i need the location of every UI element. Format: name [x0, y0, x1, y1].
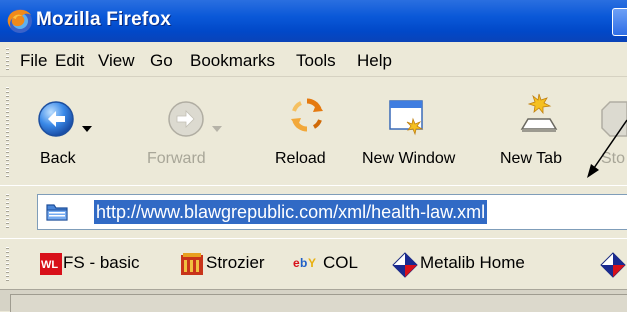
- bookmarks-grip[interactable]: [6, 247, 9, 283]
- menu-edit[interactable]: Edit: [55, 51, 84, 71]
- svg-text:WL: WL: [41, 259, 58, 271]
- menu-bookmarks[interactable]: Bookmarks: [190, 51, 275, 71]
- navigation-toolbar: Back Forward Reload New Window New Tab S…: [0, 77, 627, 185]
- new-window-label[interactable]: New Window: [362, 150, 455, 168]
- menu-go[interactable]: Go: [150, 51, 173, 71]
- url-text[interactable]: http://www.blawgrepublic.com/xml/health-…: [94, 200, 488, 224]
- svg-text:Y: Y: [308, 256, 316, 270]
- bookmark-label[interactable]: Metalib Home: [420, 253, 525, 273]
- back-label[interactable]: Back: [40, 150, 76, 168]
- reload-label[interactable]: Reload: [275, 150, 326, 168]
- new-window-icon[interactable]: [387, 97, 429, 137]
- new-tab-icon[interactable]: [518, 91, 560, 137]
- stop-label[interactable]: Sto: [601, 150, 625, 168]
- reload-icon[interactable]: [288, 95, 326, 137]
- bookmarks-toolbar: WL FS - basic Strozier e b Y COL Metalib…: [0, 238, 627, 289]
- menu-file[interactable]: File: [20, 51, 47, 71]
- wl-logo-icon: WL: [40, 253, 62, 275]
- url-input[interactable]: http://www.blawgrepublic.com/xml/health-…: [37, 194, 627, 230]
- stop-icon[interactable]: [600, 99, 627, 139]
- minimize-button[interactable]: [612, 8, 627, 36]
- bookmark-label[interactable]: Strozier: [206, 253, 265, 273]
- svg-text:e: e: [293, 256, 300, 270]
- menu-view[interactable]: View: [98, 51, 135, 71]
- back-dropdown-icon[interactable]: [80, 124, 94, 134]
- forward-label[interactable]: Forward: [147, 150, 206, 168]
- new-tab-label[interactable]: New Tab: [500, 150, 562, 168]
- tab-strip: [10, 294, 627, 312]
- menu-bar: File Edit View Go Bookmarks Tools Help: [0, 42, 627, 77]
- svg-text:b: b: [300, 256, 307, 270]
- menu-tools[interactable]: Tools: [296, 51, 336, 71]
- bookmark-label[interactable]: FS - basic: [63, 253, 140, 273]
- back-arrow-icon[interactable]: [36, 99, 76, 139]
- ebay-icon: e b Y: [293, 256, 316, 270]
- forward-dropdown-icon[interactable]: [210, 124, 224, 134]
- window-title: Mozilla Firefox: [36, 9, 171, 30]
- location-toolbar: http://www.blawgrepublic.com/xml/health-…: [0, 185, 627, 238]
- metalib-icon: [392, 252, 418, 278]
- library-icon: [181, 253, 203, 275]
- toolbar-grip[interactable]: [6, 87, 9, 177]
- menu-help[interactable]: Help: [357, 51, 392, 71]
- urlbar-grip[interactable]: [6, 194, 9, 230]
- bookmark-label[interactable]: COL: [323, 253, 358, 273]
- metalib-icon-partial[interactable]: [600, 252, 626, 278]
- title-bar[interactable]: Mozilla Firefox: [0, 0, 627, 42]
- forward-arrow-icon[interactable]: [166, 99, 206, 139]
- menubar-grip[interactable]: [6, 48, 9, 72]
- content-area: [0, 289, 627, 312]
- folder-page-icon: [46, 204, 68, 221]
- firefox-logo-icon: [7, 9, 32, 33]
